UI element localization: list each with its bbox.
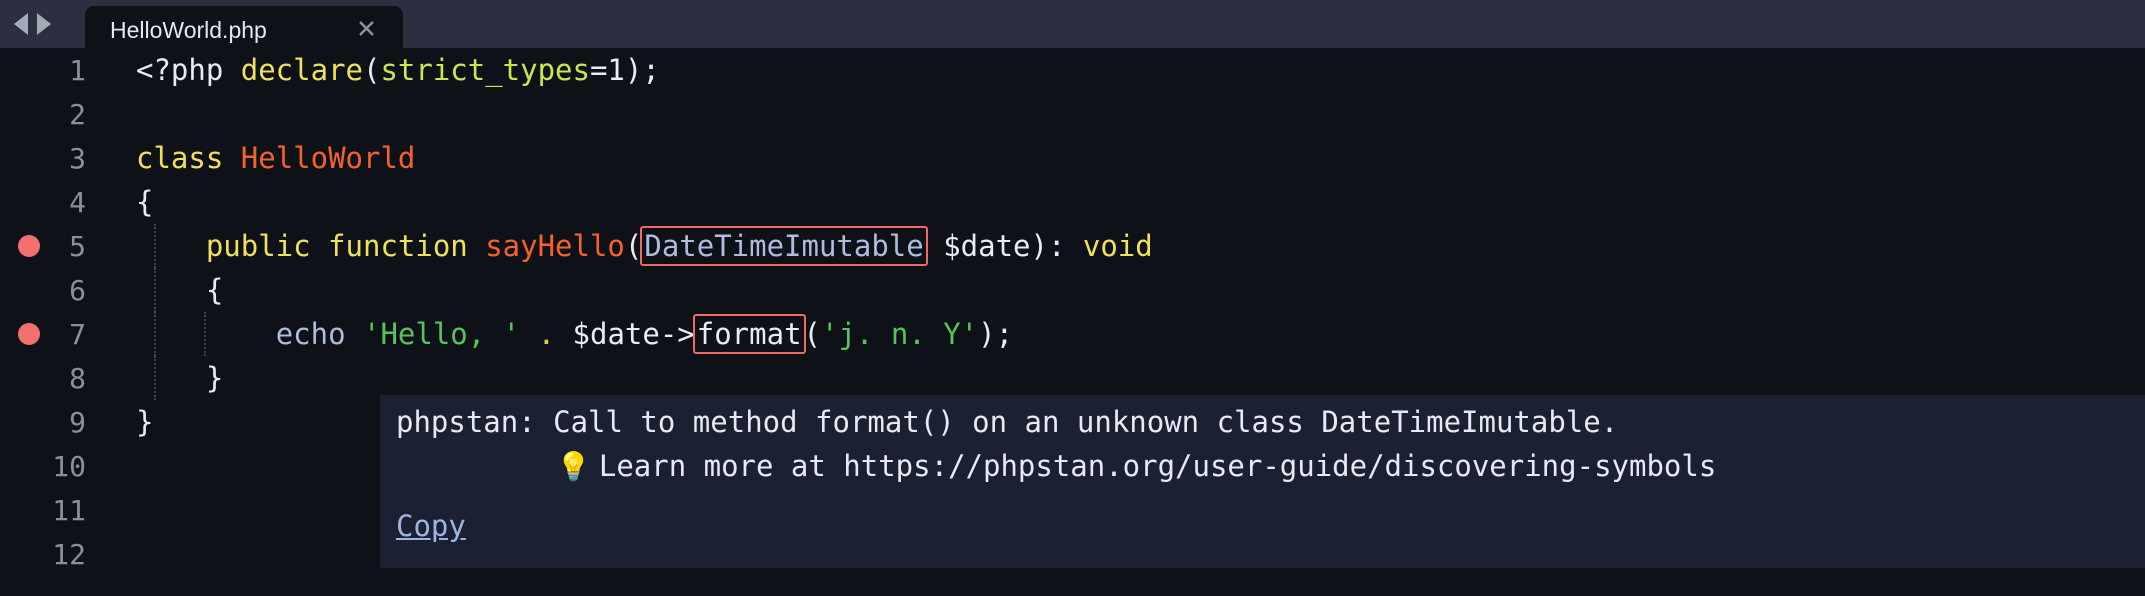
token-php-open: <?php (136, 53, 241, 87)
close-icon[interactable]: ✕ (356, 17, 377, 43)
token-lparen: ( (362, 53, 381, 87)
line-content: { (136, 185, 154, 219)
line-number: 8 (69, 361, 86, 395)
editor-tab-bar: HelloWorld.php ✕ (0, 0, 2145, 54)
token-lparen: ( (803, 317, 821, 351)
code-line: 7 echo 'Hello, ' . $date->format('j. n. … (0, 312, 2145, 356)
copy-link[interactable]: Copy (396, 509, 466, 543)
tooltip-hint-row: 💡 Learn more at https://phpstan.org/user… (556, 449, 1716, 483)
breakpoint-marker[interactable] (18, 235, 40, 257)
line-content: class HelloWorld (136, 141, 415, 175)
token-strict-types: strict_types (380, 53, 590, 87)
line-content: { (136, 273, 224, 307)
indent-guide (154, 312, 156, 356)
arrow-right-icon[interactable] (37, 13, 51, 35)
token-method-name: sayHello (485, 229, 625, 263)
breakpoint-marker[interactable] (18, 323, 40, 345)
token-class-keyword: class (136, 141, 224, 175)
error-highlight-datetimeimutable[interactable]: DateTimeImutable (640, 226, 928, 266)
token-string-hello: 'Hello, ' (363, 317, 521, 351)
lightbulb-icon: 💡 (556, 449, 591, 483)
code-line: 3 class HelloWorld (0, 136, 2145, 180)
line-number: 4 (69, 185, 86, 219)
token-string-format: 'j. n. Y' (821, 317, 979, 351)
tab-helloworld-php[interactable]: HelloWorld.php ✕ (85, 6, 403, 54)
tooltip-message: phpstan: Call to method format() on an u… (396, 405, 1619, 439)
indent-guide (154, 356, 156, 400)
line-content: echo 'Hello, ' . $date->format('j. n. Y'… (136, 314, 1014, 354)
line-number: 3 (69, 141, 86, 175)
line-number: 1 (69, 53, 86, 87)
code-line: 2 (0, 92, 2145, 136)
line-number: 7 (69, 317, 86, 351)
token-echo: echo (275, 317, 346, 351)
tooltip-hint: Learn more at https://phpstan.org/user-g… (598, 449, 1717, 483)
token-line7-tail: ); (978, 317, 1014, 351)
token-class-name: HelloWorld (240, 141, 416, 175)
indent-guide (154, 268, 156, 312)
line-number: 5 (69, 229, 86, 263)
line-number: 6 (69, 273, 86, 307)
line-number: 10 (52, 449, 86, 483)
error-highlight-format[interactable]: format (692, 314, 806, 354)
line-content: } (136, 361, 224, 395)
tab-navigation-arrows (14, 13, 51, 35)
indent-guide (204, 312, 206, 356)
token-variable-arrow: $date-> (555, 317, 695, 351)
arrow-left-icon[interactable] (14, 13, 28, 35)
token-declare: declare (240, 53, 363, 87)
token-public-function: public function (205, 229, 468, 263)
line-number: 12 (52, 537, 86, 571)
indent-guide (154, 224, 156, 268)
line-number: 9 (69, 405, 86, 439)
line-number: 2 (69, 97, 86, 131)
line-content: <?php declare(strict_types=1); (136, 53, 660, 87)
line-content: public function sayHello(DateTimeImutabl… (136, 226, 1153, 266)
tab-label: HelloWorld.php (110, 16, 267, 43)
token-line1-tail: =1); (589, 53, 660, 87)
line-number: 11 (52, 493, 86, 527)
line-content: } (136, 405, 154, 439)
code-line: 8 } (0, 356, 2145, 400)
code-line: 5 public function sayHello(DateTimeImuta… (0, 224, 2145, 268)
token-arg: $date): (925, 229, 1083, 263)
code-line: 6 { (0, 268, 2145, 312)
phpstan-error-tooltip: phpstan: Call to method format() on an u… (380, 395, 2145, 568)
code-line: 4 { (0, 180, 2145, 224)
token-return-type-void: void (1082, 229, 1153, 263)
code-line: 1 <?php declare(strict_types=1); (0, 48, 2145, 92)
token-concat-operator: . (537, 317, 556, 351)
